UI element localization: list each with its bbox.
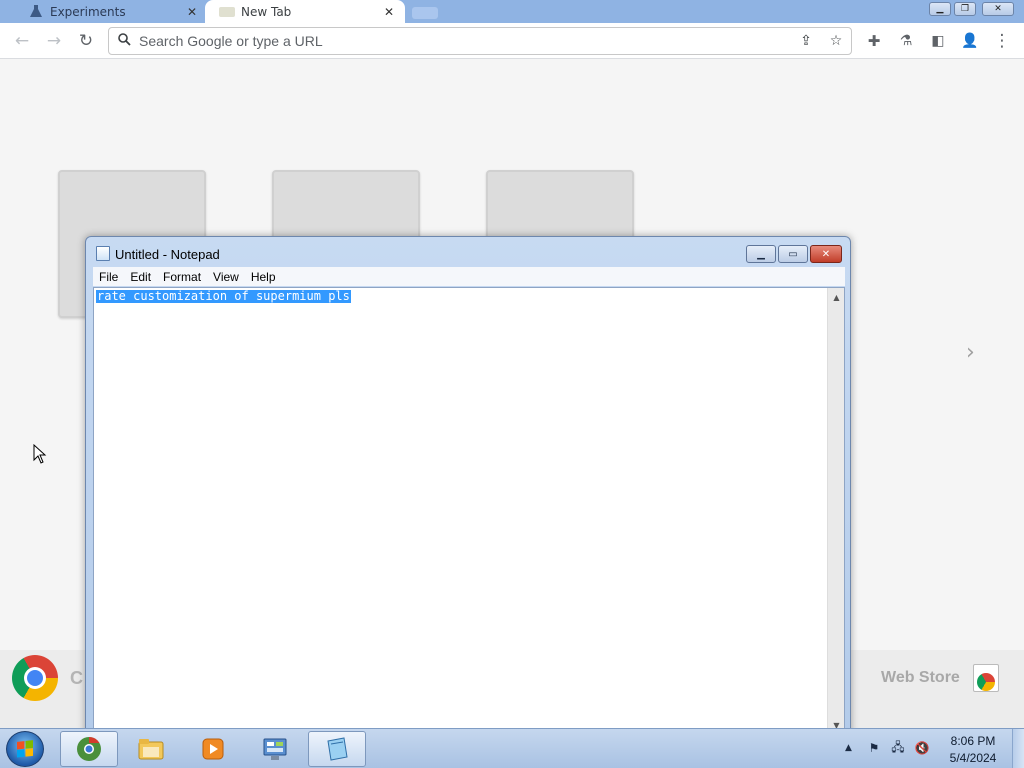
taskbar-media-player-button[interactable]	[184, 731, 242, 767]
notepad-icon	[327, 737, 348, 761]
bookmark-star-icon[interactable]: ☆	[821, 33, 851, 49]
taskbar-control-panel-button[interactable]	[246, 731, 304, 767]
menu-format[interactable]: Format	[157, 270, 207, 284]
back-button[interactable]: ←	[11, 31, 33, 51]
notepad-titlebar[interactable]: Untitled - Notepad ▁ ▭ ✕	[86, 237, 850, 267]
text-editor-area[interactable]: rate customization of supermium pls ▲ ▼	[93, 287, 845, 735]
side-panel-icon[interactable]: ◧	[927, 31, 949, 51]
tab-title: Experiments	[50, 4, 126, 19]
maximize-button[interactable]: ▭	[778, 245, 808, 263]
window-title: Untitled - Notepad	[115, 247, 220, 262]
menu-view[interactable]: View	[207, 270, 245, 284]
flask-icon	[28, 4, 44, 20]
minimize-button[interactable]: ▁	[746, 245, 776, 263]
forward-button[interactable]: →	[43, 31, 65, 51]
media-player-icon	[202, 738, 224, 760]
close-button[interactable]: ✕	[810, 245, 842, 263]
taskbar-chrome-button[interactable]	[60, 731, 118, 767]
notepad-window[interactable]: Untitled - Notepad ▁ ▭ ✕ File Edit Forma…	[85, 236, 851, 736]
address-input[interactable]	[139, 33, 791, 49]
menu-bar: File Edit Format View Help	[93, 267, 845, 286]
restore-button[interactable]: ❐	[954, 2, 976, 16]
web-store-icon[interactable]	[973, 664, 999, 692]
profile-icon[interactable]: 👤	[959, 31, 981, 51]
clock-time[interactable]: 8:06 PM	[940, 734, 1006, 748]
tab-title: New Tab	[241, 4, 292, 19]
web-store-link[interactable]: Web Store	[881, 669, 960, 687]
browser-toolbar: ← → ↻ ⇪ ☆ ✚ ⚗ ◧ 👤 ⋮	[0, 23, 1024, 59]
clock-date[interactable]: 5/4/2024	[940, 751, 1006, 765]
apps-label[interactable]: C	[70, 668, 83, 689]
explorer-icon	[138, 739, 164, 760]
menu-edit[interactable]: Edit	[124, 270, 157, 284]
omnibox[interactable]: ⇪ ☆	[108, 27, 852, 55]
extensions-puzzle-icon[interactable]: ✚	[863, 31, 885, 51]
tab-strip: Experiments ✕ New Tab ✕ ▁ ❐ ✕	[0, 0, 1024, 23]
chrome-icon	[77, 737, 101, 761]
close-tab-icon[interactable]: ✕	[381, 4, 397, 20]
menu-help[interactable]: Help	[245, 270, 282, 284]
minimize-button[interactable]: ▁	[929, 2, 951, 16]
close-tab-icon[interactable]: ✕	[184, 4, 200, 20]
scroll-up-arrow-icon[interactable]: ▲	[828, 290, 845, 304]
taskbar-notepad-button[interactable]	[308, 731, 366, 767]
menu-kebab-icon[interactable]: ⋮	[991, 31, 1013, 51]
chrome-logo-icon[interactable]	[12, 655, 58, 701]
labs-flask-icon[interactable]: ⚗	[895, 31, 917, 51]
show-desktop-button[interactable]	[1012, 729, 1024, 768]
action-center-flag-icon[interactable]: ⚑	[866, 741, 882, 755]
close-window-button[interactable]: ✕	[982, 2, 1014, 16]
search-icon	[109, 32, 139, 50]
control-panel-icon	[263, 738, 287, 760]
tab-experiments[interactable]: Experiments ✕	[12, 0, 208, 23]
next-page-chevron-icon[interactable]: ›	[966, 340, 975, 365]
tab-new-tab[interactable]: New Tab ✕	[205, 0, 405, 23]
taskbar-explorer-button[interactable]	[122, 731, 180, 767]
notepad-app-icon	[96, 246, 110, 261]
start-button[interactable]	[6, 731, 44, 767]
volume-muted-icon[interactable]: 🔇	[914, 741, 930, 755]
show-hidden-icons-chevron-icon[interactable]: ▲	[845, 743, 852, 753]
vertical-scrollbar[interactable]: ▲ ▼	[827, 288, 844, 734]
network-icon[interactable]: 🖧	[890, 740, 906, 755]
reload-button[interactable]: ↻	[75, 31, 97, 51]
new-tab-page-icon	[219, 6, 235, 17]
taskbar: ▲ ⚑ 🖧 🔇 8:06 PM 5/4/2024	[0, 728, 1024, 768]
new-tab-button[interactable]	[412, 7, 438, 19]
share-icon[interactable]: ⇪	[791, 33, 821, 49]
menu-file[interactable]: File	[93, 270, 124, 284]
selected-text[interactable]: rate customization of supermium pls	[96, 290, 351, 303]
